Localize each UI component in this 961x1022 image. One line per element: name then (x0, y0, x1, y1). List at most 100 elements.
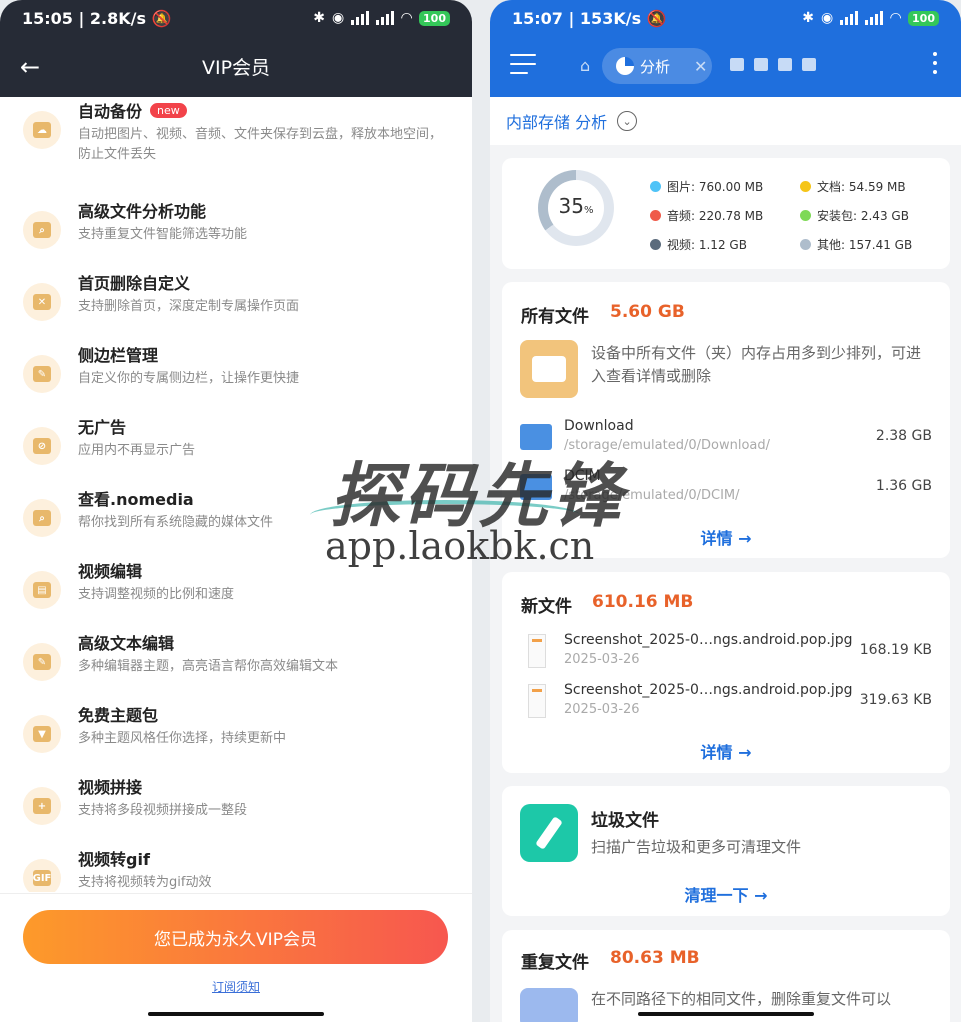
status-bar: 15:07 | 153K/s 🔕 ✱ ◉ ◠ 100 (490, 0, 961, 36)
chevron-down-icon[interactable]: ⌄ (617, 111, 638, 131)
new-files-title: 新文件 (521, 597, 572, 617)
duplicate-icon (520, 988, 578, 1022)
folder-name: DCIM (564, 468, 601, 484)
feature-auto-backup[interactable]: ☁ 自动备份 new 自动把图片、视频、音频、文件夹保存到云盘，释放本地空间，防止… (0, 97, 472, 165)
cloud-icon[interactable] (802, 58, 816, 71)
video-merge-icon: + (23, 787, 61, 825)
home-icon[interactable]: ⌂ (580, 56, 590, 75)
feature-sidebar[interactable]: ✎ 侧边栏管理 自定义你的专属侧边栏，让操作更快捷 (0, 337, 472, 409)
folder-icon (520, 340, 578, 398)
status-bar: 15:05 | 2.8K/s 🔕 ✱ ◉ ◠ 100 (0, 0, 472, 36)
feature-home-custom[interactable]: ✕ 首页删除自定义 支持删除首页，深度定制专属操作页面 (0, 265, 472, 337)
status-icons: ✱ ◉ ◠ 100 (313, 10, 450, 26)
analysis-screen: 15:07 | 153K/s 🔕 ✱ ◉ ◠ 100 ⌂ 分析 ✕ 内部存储 分… (490, 0, 961, 1022)
breadcrumb[interactable]: 内部存储 分析 ⌄ (490, 97, 961, 145)
status-left: 15:05 | 2.8K/s 🔕 (22, 8, 172, 28)
feature-desc: 支持删除首页，深度定制专属操作页面 (78, 299, 300, 314)
feature-desc: 支持调整视频的比例和速度 (78, 587, 235, 602)
tab-analysis[interactable]: 分析 ✕ (602, 48, 712, 84)
status-speed: 2.8K/s (89, 8, 147, 28)
legend-dot (800, 181, 811, 192)
feature-name: 视频拼接 (78, 778, 143, 797)
pie-chart-icon (616, 57, 634, 75)
folder-path: /storage/emulated/0/DCIM/ (564, 488, 740, 503)
globe-icon: ◉ (821, 10, 834, 26)
wifi-icon: ◠ (401, 10, 413, 26)
junk-files-card[interactable]: 垃圾文件 扫描广告垃圾和更多可清理文件 清理一下 → (502, 786, 950, 916)
duplicate-size: 80.63 MB (610, 948, 700, 968)
globe-icon: ◉ (332, 10, 345, 26)
navbar: ← VIP会员 (0, 36, 472, 97)
feature-no-ads[interactable]: ⊘ 无广告 应用内不再显示广告 (0, 409, 472, 481)
vip-header: 15:05 | 2.8K/s 🔕 ✱ ◉ ◠ 100 ← VIP会员 (0, 0, 472, 97)
mute-icon: 🔕 (646, 8, 667, 28)
feature-nomedia[interactable]: ⌕ 查看.nomedia 帮你找到所有系统隐藏的媒体文件 (0, 481, 472, 553)
new-file-row[interactable]: Screenshot_2025-0…ngs.android.pop.jpg 20… (520, 682, 932, 722)
legend-other: 其他: 157.41 GB (800, 236, 912, 253)
screenshot-stage: 15:05 | 2.8K/s 🔕 ✱ ◉ ◠ 100 ← VIP会员 ☁ 自动备… (0, 0, 961, 1022)
feature-video-merge[interactable]: + 视频拼接 支持将多段视频拼接成一整段 (0, 769, 472, 841)
vip-status-button[interactable]: 您已成为永久VIP会员 (23, 910, 448, 964)
legend-dot (800, 210, 811, 221)
back-arrow-icon[interactable]: ← (20, 55, 40, 79)
analysis-header: 15:07 | 153K/s 🔕 ✱ ◉ ◠ 100 ⌂ 分析 ✕ (490, 0, 961, 97)
legend-label: 图片: 760.00 MB (667, 180, 764, 194)
junk-title: 垃圾文件 (591, 811, 659, 831)
feature-analysis[interactable]: ⌕ 高级文件分析功能 支持重复文件智能筛选等功能 (0, 193, 472, 265)
new-files-detail-link[interactable]: 详情 → (502, 739, 950, 763)
file-date: 2025-03-26 (564, 652, 640, 667)
battery-icon: 100 (908, 10, 939, 26)
tab-label: 分析 (640, 57, 671, 76)
legend-apk: 安装包: 2.43 GB (800, 207, 909, 224)
all-files-title: 所有文件 (521, 307, 589, 327)
feature-name: 侧边栏管理 (78, 346, 159, 365)
new-files-card[interactable]: 新文件 610.16 MB Screenshot_2025-0…ngs.andr… (502, 572, 950, 773)
duplicate-files-card[interactable]: 重复文件 80.63 MB 在不同路径下的相同文件，删除重复文件可以 (502, 930, 950, 1022)
home-indicator[interactable] (637, 1012, 814, 1016)
clean-icon[interactable] (754, 58, 768, 71)
feature-name: 免费主题包 (78, 706, 159, 725)
image-icon[interactable] (778, 58, 792, 71)
storage-usage-card: 35% 图片: 760.00 MB 文档: 54.59 MB 音频: 220.7… (502, 158, 950, 269)
cloud-icon: ☁ (23, 111, 61, 149)
feature-themes[interactable]: ▼ 免费主题包 多种主题风格任你选择，持续更新中 (0, 697, 472, 769)
all-files-card[interactable]: 所有文件 5.60 GB 设备中所有文件（夹）内存占用多到少排列，可进入查看详情… (502, 282, 950, 558)
feature-name: 首页删除自定义 (78, 274, 191, 293)
feature-text-edit[interactable]: ✎ 高级文本编辑 多种编辑器主题，高亮语言帮你高效编辑文本 (0, 625, 472, 697)
file-size: 168.19 KB (859, 642, 932, 658)
clean-now-link[interactable]: 清理一下 → (502, 882, 950, 906)
mute-icon: 🔕 (151, 8, 172, 28)
status-time: 15:07 (512, 8, 563, 28)
battery-icon: 100 (419, 10, 450, 26)
legend-images: 图片: 760.00 MB (650, 178, 763, 195)
new-file-row[interactable]: Screenshot_2025-0…ngs.android.pop.jpg 20… (520, 632, 932, 672)
grid-icon[interactable] (730, 58, 744, 71)
bluetooth-icon: ✱ (802, 10, 815, 26)
image-thumbnail (528, 684, 546, 718)
feature-desc: 多种主题风格任你选择，持续更新中 (78, 731, 287, 746)
brush-icon (520, 804, 578, 862)
home-indicator[interactable] (148, 1012, 324, 1016)
feature-video-edit[interactable]: ▤ 视频编辑 支持调整视频的比例和速度 (0, 553, 472, 625)
all-files-detail-link[interactable]: 详情 → (502, 525, 950, 549)
menu-icon[interactable] (510, 54, 536, 81)
status-left: 15:07 | 153K/s 🔕 (512, 8, 667, 28)
close-tab-icon[interactable]: ✕ (694, 57, 707, 76)
junk-desc: 扫描广告垃圾和更多可清理文件 (591, 838, 802, 856)
new-files-size: 610.16 MB (592, 592, 694, 612)
feature-name: 无广告 (78, 418, 127, 437)
legend-docs: 文档: 54.59 MB (800, 178, 906, 195)
more-options-icon[interactable] (933, 52, 937, 79)
folder-size: 1.36 GB (875, 478, 932, 494)
no-ads-icon: ⊘ (23, 427, 61, 465)
home-delete-icon: ✕ (23, 283, 61, 321)
subscription-notice-link[interactable]: 订阅须知 (0, 978, 472, 995)
folder-row-dcim[interactable]: DCIM /storage/emulated/0/DCIM/ 1.36 GB (520, 468, 932, 508)
feature-desc: 自动把图片、视频、音频、文件夹保存到云盘，释放本地空间，防止文件丢失 (78, 127, 443, 162)
signal-icon (840, 11, 859, 25)
text-edit-icon: ✎ (23, 643, 61, 681)
legend-dot (650, 181, 661, 192)
feature-video-gif[interactable]: GIF 视频转gif 支持将视频转为gif动效 (0, 841, 472, 892)
folder-row-download[interactable]: Download /storage/emulated/0/Download/ 2… (520, 418, 932, 458)
usage-percent: 35% (538, 194, 614, 218)
